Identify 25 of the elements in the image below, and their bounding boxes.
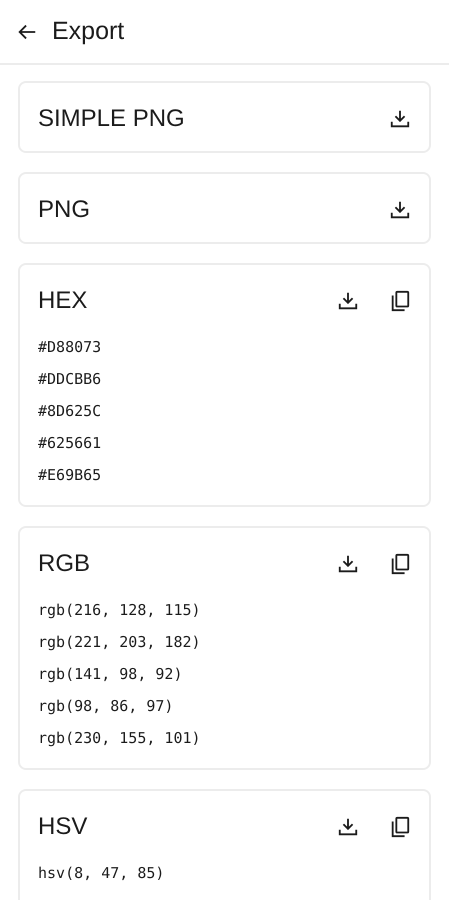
format-title: HSV <box>38 813 88 841</box>
page-title: Export <box>52 17 124 46</box>
color-value: rgb(230, 155, 101) <box>38 728 201 749</box>
color-value: #DDCBB6 <box>38 369 102 390</box>
copy-icon[interactable] <box>389 553 411 575</box>
color-value: #D88073 <box>38 337 102 358</box>
download-icon[interactable] <box>337 290 359 312</box>
color-value: #E69B65 <box>38 465 102 486</box>
color-value: hsv(8, 47, 85) <box>38 863 164 884</box>
copy-icon[interactable] <box>389 816 411 838</box>
format-title: HEX <box>38 287 88 315</box>
format-title: RGB <box>38 550 92 578</box>
download-icon[interactable] <box>389 199 411 221</box>
copy-icon[interactable] <box>389 290 411 312</box>
download-icon[interactable] <box>337 553 359 575</box>
color-value: #625661 <box>38 433 102 454</box>
color-value: rgb(141, 98, 92) <box>38 664 182 685</box>
color-value: rgb(221, 203, 182) <box>38 632 201 653</box>
format-title: SIMPLE PNG <box>38 105 186 133</box>
download-icon[interactable] <box>337 816 359 838</box>
color-value: rgb(216, 128, 115) <box>38 600 201 621</box>
color-value: #8D625C <box>38 401 102 422</box>
download-icon[interactable] <box>389 108 411 130</box>
color-value: rgb(98, 86, 97) <box>38 696 174 717</box>
format-title: PNG <box>38 196 92 224</box>
